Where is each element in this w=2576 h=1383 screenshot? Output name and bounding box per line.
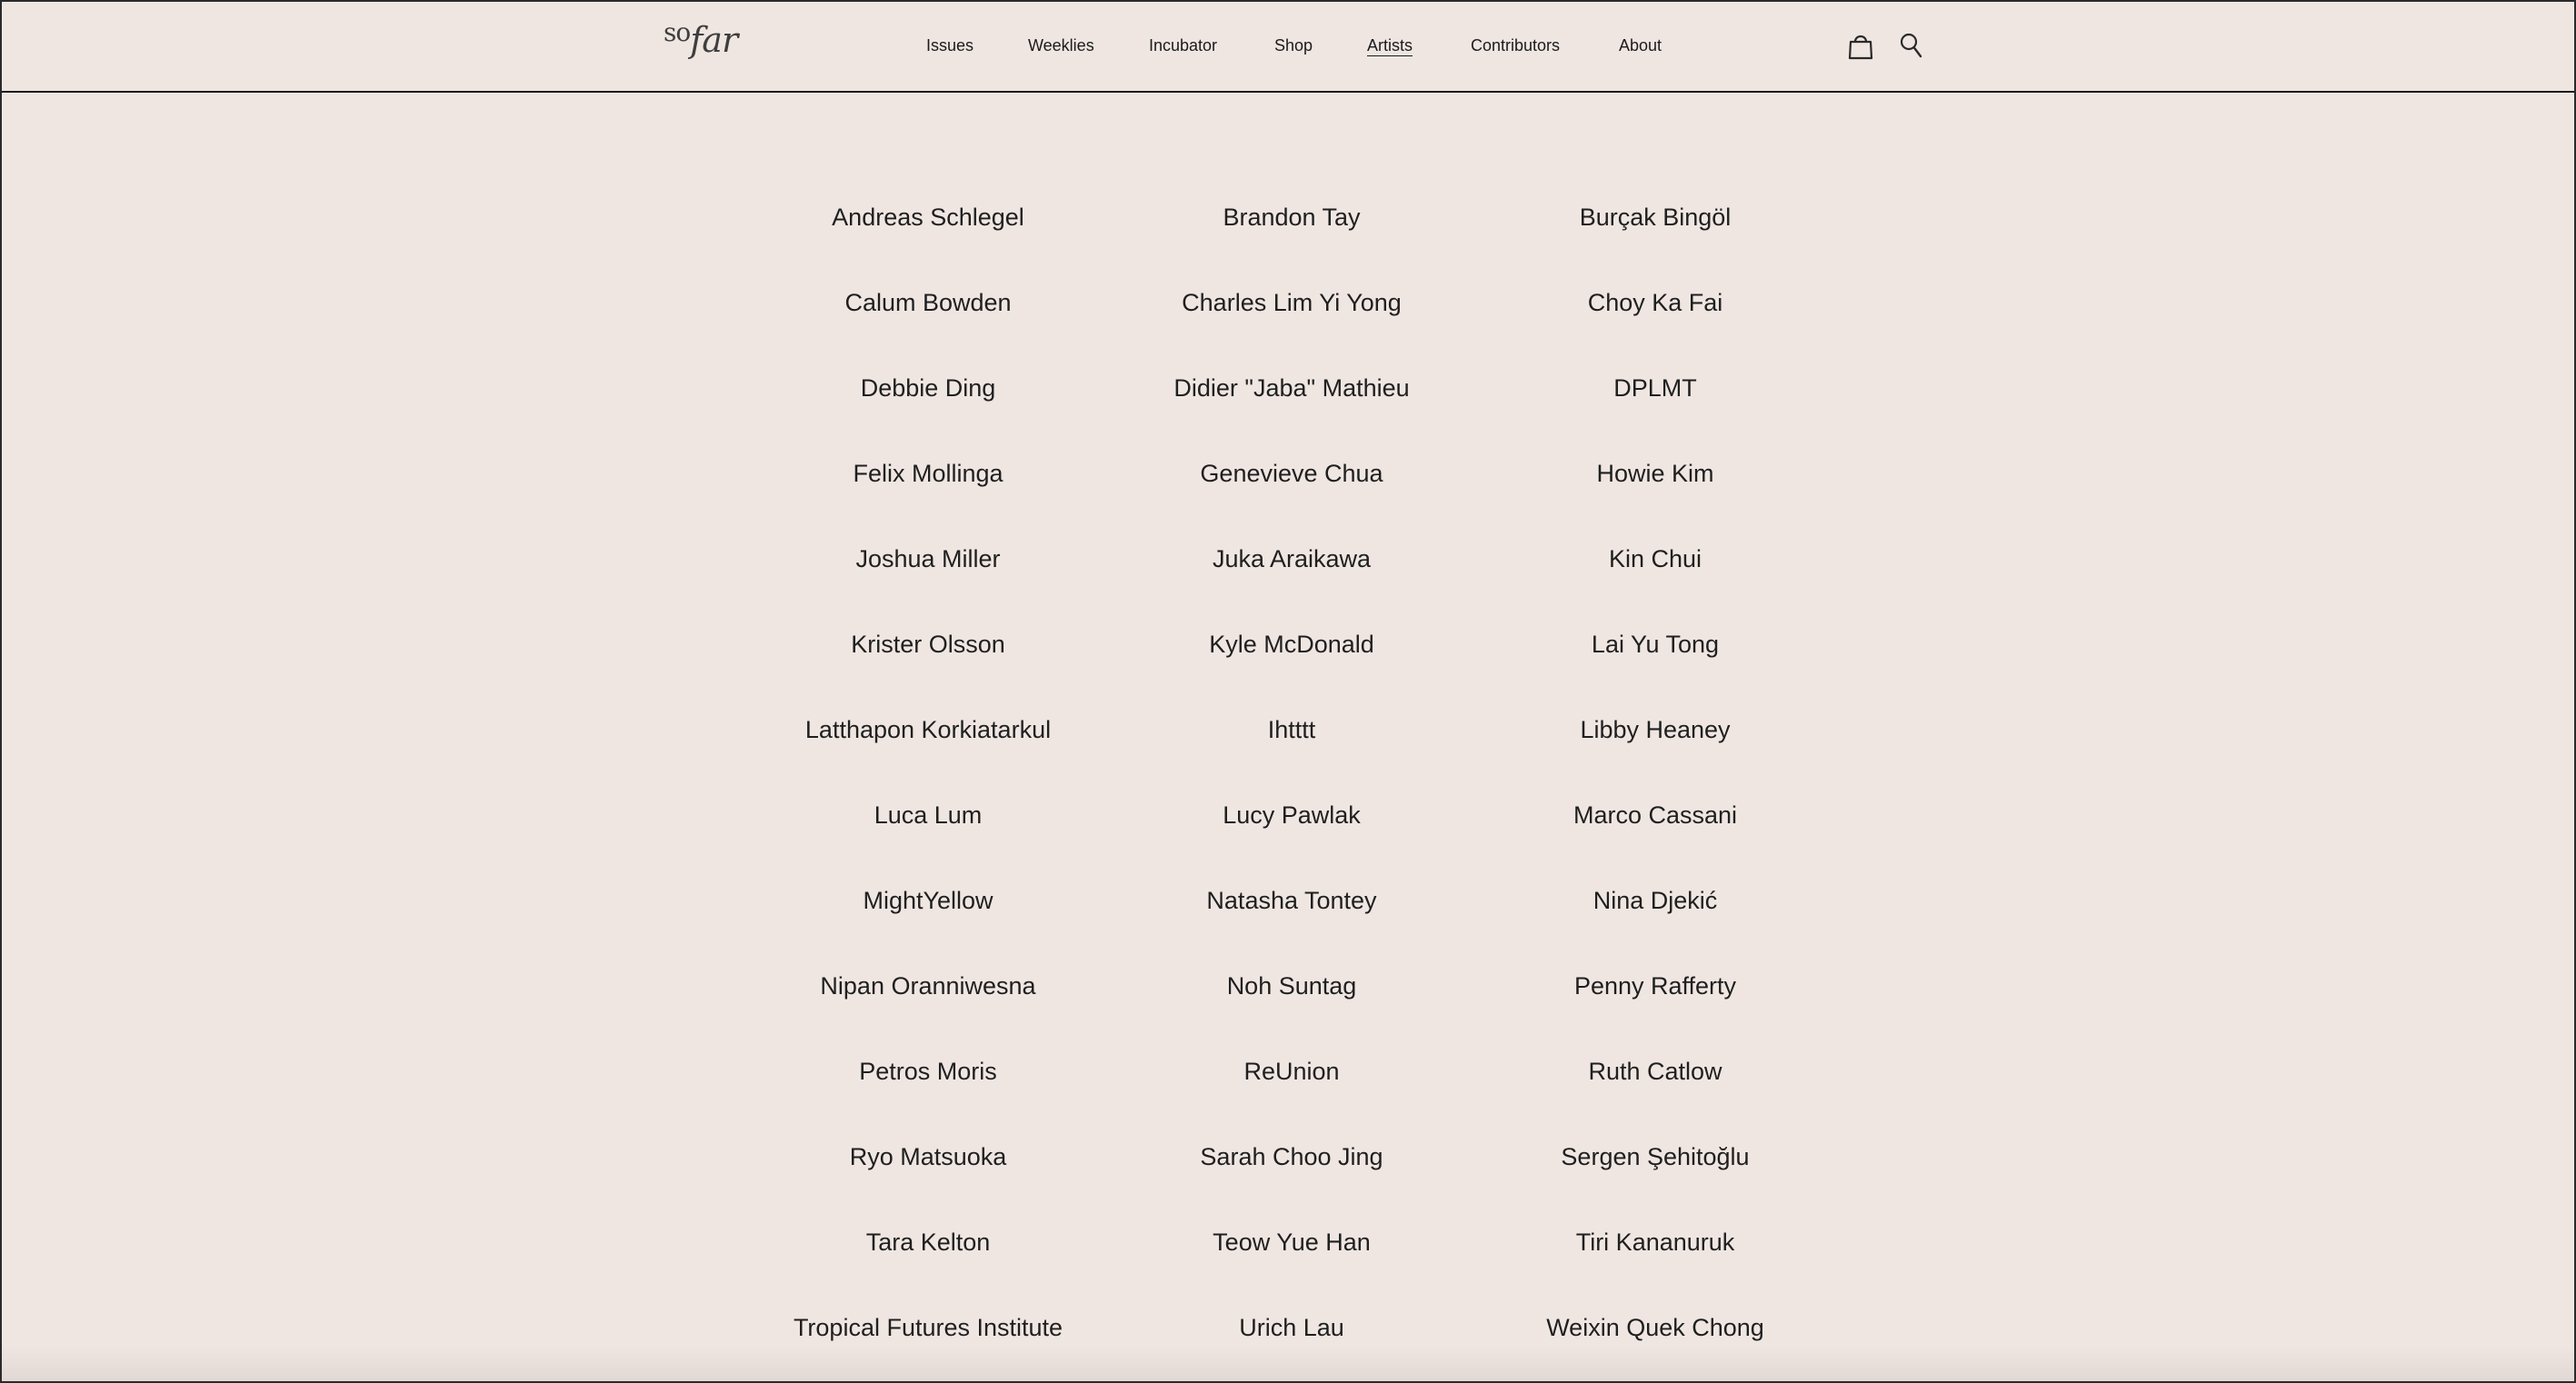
artist-link[interactable]: Sergen Şehitoğlu	[1473, 1141, 1837, 1172]
site-header: so far Issues Weeklies Incubator Shop Art…	[2, 2, 2574, 93]
artist-link[interactable]: Lai Yu Tong	[1473, 629, 1837, 660]
artist-link[interactable]: Ryo Matsuoka	[746, 1141, 1110, 1172]
artist-link[interactable]: Krister Olsson	[746, 629, 1110, 660]
nav-item-shop[interactable]: Shop	[1274, 36, 1313, 55]
artist-link[interactable]: Tropical Futures Institute	[746, 1312, 1110, 1343]
artist-link[interactable]: Brandon Tay	[1110, 202, 1473, 233]
artist-link[interactable]: Didier "Jaba" Mathieu	[1110, 373, 1473, 403]
artist-link[interactable]: Sarah Choo Jing	[1110, 1141, 1473, 1172]
artist-link[interactable]: Kin Chui	[1473, 543, 1837, 574]
artist-link[interactable]: Ruth Catlow	[1473, 1056, 1837, 1087]
artist-link[interactable]: Charles Lim Yi Yong	[1110, 287, 1473, 318]
nav-item-issues[interactable]: Issues	[926, 36, 973, 55]
artist-link[interactable]: Teow Yue Han	[1110, 1227, 1473, 1258]
artist-link[interactable]: DPLMT	[1473, 373, 1837, 403]
artist-link[interactable]: MightYellow	[746, 885, 1110, 916]
artist-link[interactable]: Penny Rafferty	[1473, 970, 1837, 1001]
artist-link[interactable]: Debbie Ding	[746, 373, 1110, 403]
artist-link[interactable]: ReUnion	[1110, 1056, 1473, 1087]
artist-link[interactable]: Felix Mollinga	[746, 458, 1110, 489]
nav-item-contributors[interactable]: Contributors	[1471, 36, 1560, 55]
nav-item-weeklies[interactable]: Weeklies	[1028, 36, 1094, 55]
nav-item-artists[interactable]: Artists	[1367, 36, 1413, 55]
artist-link[interactable]: Noh Suntag	[1110, 970, 1473, 1001]
artist-link[interactable]: Joshua Miller	[746, 543, 1110, 574]
browser-window: so far Issues Weeklies Incubator Shop Art…	[0, 0, 2576, 1383]
shopping-bag-icon[interactable]	[1848, 33, 1873, 60]
artist-link[interactable]: Latthapon Korkiatarkul	[746, 714, 1110, 745]
artist-link[interactable]: Lucy Pawlak	[1110, 800, 1473, 831]
nav-item-incubator[interactable]: Incubator	[1149, 36, 1217, 55]
artists-list: Andreas Schlegel Brandon Tay Burçak Bingöl…	[2, 93, 2574, 1381]
artist-link[interactable]: Calum Bowden	[746, 287, 1110, 318]
artist-link[interactable]: Howie Kim	[1473, 458, 1837, 489]
artist-link[interactable]: Petros Moris	[746, 1056, 1110, 1087]
artist-link[interactable]: Genevieve Chua	[1110, 458, 1473, 489]
artist-link[interactable]: Kyle McDonald	[1110, 629, 1473, 660]
artist-link[interactable]: Nipan Oranniwesna	[746, 970, 1110, 1001]
artist-link[interactable]: Burçak Bingöl	[1473, 202, 1837, 233]
artist-link[interactable]: Choy Ka Fai	[1473, 287, 1837, 318]
main-nav: Issues Weeklies Incubator Shop Artists C…	[2, 36, 2574, 62]
artist-link[interactable]: Weixin Quek Chong	[1473, 1312, 1837, 1343]
artist-link[interactable]: Tiri Kananuruk	[1473, 1227, 1837, 1258]
search-icon[interactable]	[1900, 32, 1923, 59]
artist-link[interactable]: Juka Araikawa	[1110, 543, 1473, 574]
artist-link[interactable]: Andreas Schlegel	[746, 202, 1110, 233]
artist-link[interactable]: Tara Kelton	[746, 1227, 1110, 1258]
artist-link[interactable]: Natasha Tontey	[1110, 885, 1473, 916]
artist-link[interactable]: Libby Heaney	[1473, 714, 1837, 745]
artist-link[interactable]: Luca Lum	[746, 800, 1110, 831]
nav-item-about[interactable]: About	[1619, 36, 1662, 55]
artist-link[interactable]: Urich Lau	[1110, 1312, 1473, 1343]
artist-link[interactable]: Ihtttt	[1110, 714, 1473, 745]
artist-link[interactable]: Nina Djekić	[1473, 885, 1837, 916]
artist-link[interactable]: Marco Cassani	[1473, 800, 1837, 831]
